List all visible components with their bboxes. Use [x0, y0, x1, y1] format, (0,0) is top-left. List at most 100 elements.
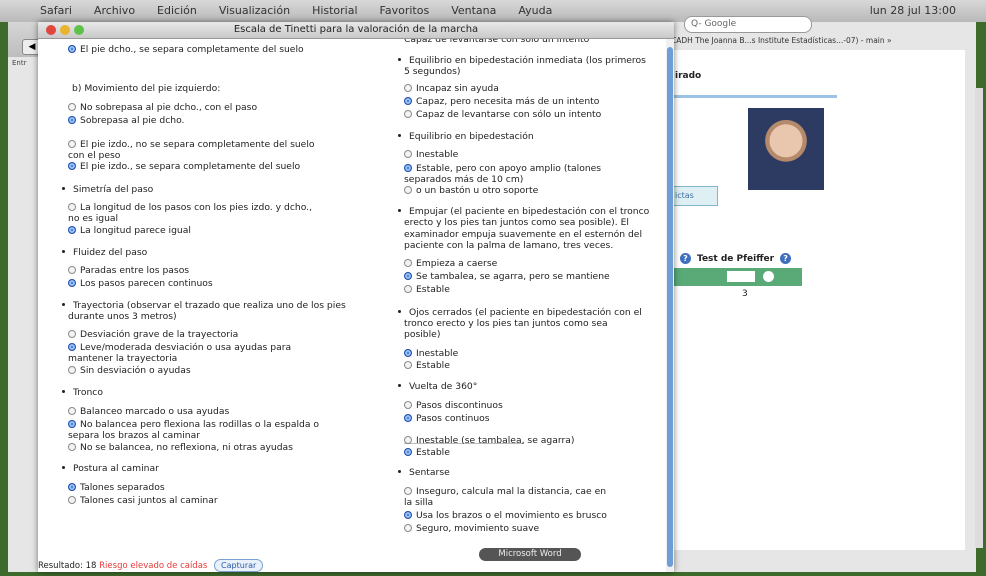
- help-icon[interactable]: ?: [680, 253, 691, 264]
- menu-item[interactable]: Edición: [157, 4, 197, 17]
- radio-checked[interactable]: [404, 448, 412, 456]
- radio-option[interactable]: No se balancea, no reflexiona, ni otras …: [68, 442, 293, 453]
- menu-item[interactable]: Favoritos: [380, 4, 430, 17]
- radio-option[interactable]: Se tambalea, se agarra, pero se mantiene: [404, 271, 610, 282]
- menu-item[interactable]: Ayuda: [518, 4, 552, 17]
- radio-checked[interactable]: [68, 279, 76, 287]
- section-heading: Fluidez del paso: [62, 247, 147, 258]
- radio-unchecked[interactable]: [68, 496, 76, 504]
- radio-option[interactable]: Leve/moderada desviación o usa ayudas pa…: [68, 342, 291, 353]
- form-text: examinador empuja suavemente en el ester…: [404, 229, 642, 240]
- scroll-thumb[interactable]: [667, 47, 673, 567]
- radio-unchecked[interactable]: [404, 259, 412, 267]
- form-text: con el peso: [68, 150, 120, 161]
- menu-item[interactable]: Ventana: [451, 4, 496, 17]
- radio-option[interactable]: Sobrepasa al pie dcho.: [68, 115, 184, 126]
- radio-checked[interactable]: [404, 272, 412, 280]
- radio-option[interactable]: Inestable (se tambalea, se agarra): [404, 435, 574, 446]
- radio-unchecked[interactable]: [68, 103, 76, 111]
- radio-checked[interactable]: [68, 420, 76, 428]
- radio-option[interactable]: Sin desviación o ayudas: [68, 365, 191, 376]
- form-content: El pie dcho., se separa completamente de…: [38, 39, 674, 572]
- menu-item[interactable]: Visualización: [219, 4, 290, 17]
- radio-unchecked[interactable]: [404, 285, 412, 293]
- option-label: Leve/moderada desviación o usa ayudas pa…: [80, 342, 292, 353]
- radio-option[interactable]: Capaz, pero necesita más de un intento: [404, 96, 599, 107]
- radio-unchecked[interactable]: [404, 186, 412, 194]
- radio-unchecked[interactable]: [404, 361, 412, 369]
- link-chip[interactable]: ictas: [670, 186, 718, 206]
- radio-option[interactable]: Paradas entre los pasos: [68, 265, 189, 276]
- capture-button[interactable]: Capturar: [214, 559, 264, 572]
- bookmarks-bar[interactable]: MPCADH The Joanna B...s Institute Estadí…: [660, 36, 976, 50]
- radio-checked[interactable]: [68, 116, 76, 124]
- radio-option[interactable]: Incapaz sin ayuda: [404, 83, 499, 94]
- radio-option[interactable]: Desviación grave de la trayectoria: [68, 329, 238, 340]
- radio-unchecked[interactable]: [404, 84, 412, 92]
- radio-checked[interactable]: [68, 45, 76, 53]
- radio-option[interactable]: Estable: [404, 360, 450, 371]
- radio-option[interactable]: La longitud parece igual: [68, 225, 191, 236]
- radio-option[interactable]: El pie izdo., no se separa completamente…: [68, 139, 315, 150]
- radio-checked[interactable]: [404, 349, 412, 357]
- radio-unchecked[interactable]: [68, 330, 76, 338]
- radio-option[interactable]: No sobrepasa al pie dcho., con el paso: [68, 102, 257, 113]
- form-text: Capaz de levantarse con sólo un intento: [404, 39, 589, 45]
- pfeiffer-label: Test de Pfeiffer: [697, 254, 775, 264]
- radio-checked[interactable]: [404, 164, 412, 172]
- radio-unchecked[interactable]: [68, 366, 76, 374]
- page-scrollbar[interactable]: [975, 88, 983, 548]
- radio-option[interactable]: Inseguro, calcula mal la distancia, cae …: [404, 486, 606, 497]
- radio-option[interactable]: No balancea pero flexiona las rodillas o…: [68, 419, 319, 430]
- pfeiffer-value: 3: [742, 289, 748, 299]
- radio-checked[interactable]: [404, 511, 412, 519]
- option-label: Inestable (se tambalea, se agarra): [416, 435, 575, 446]
- radio-checked[interactable]: [68, 343, 76, 351]
- menu-item[interactable]: Archivo: [94, 4, 135, 17]
- radio-checked[interactable]: [68, 226, 76, 234]
- radio-option[interactable]: El pie izdo., se separa completamente de…: [68, 161, 300, 172]
- radio-checked[interactable]: [68, 483, 76, 491]
- radio-unchecked[interactable]: [404, 487, 412, 495]
- radio-checked[interactable]: [404, 97, 412, 105]
- dialog-scrollbar[interactable]: [666, 39, 674, 572]
- radio-unchecked[interactable]: [404, 150, 412, 158]
- radio-unchecked[interactable]: [404, 401, 412, 409]
- refresh-icon[interactable]: [763, 271, 774, 282]
- radio-option[interactable]: Pasos continuos: [404, 413, 490, 424]
- radio-unchecked[interactable]: [68, 407, 76, 415]
- radio-option[interactable]: Estable: [404, 284, 450, 295]
- search-input[interactable]: Q- Google: [684, 16, 812, 33]
- radio-option[interactable]: Inestable: [404, 149, 458, 160]
- radio-option[interactable]: Los pasos parecen continuos: [68, 278, 213, 289]
- radio-unchecked[interactable]: [68, 443, 76, 451]
- radio-unchecked[interactable]: [404, 436, 412, 444]
- help-icon[interactable]: ?: [780, 253, 792, 264]
- radio-unchecked[interactable]: [404, 524, 412, 532]
- radio-option[interactable]: Balanceo marcado o usa ayudas: [68, 406, 229, 417]
- menu-item[interactable]: Historial: [312, 4, 357, 17]
- radio-option[interactable]: La longitud de los pasos con los pies iz…: [68, 202, 312, 213]
- radio-option[interactable]: Empieza a caerse: [404, 258, 497, 269]
- radio-unchecked[interactable]: [68, 266, 76, 274]
- option-label: Empujar (el paciente en bipedestación co…: [409, 206, 650, 217]
- radio-unchecked[interactable]: [68, 203, 76, 211]
- radio-option[interactable]: El pie dcho., se separa completamente de…: [68, 44, 304, 55]
- menu-item[interactable]: Safari: [40, 4, 72, 17]
- radio-option[interactable]: Talones casi juntos al caminar: [68, 495, 218, 506]
- radio-option[interactable]: Usa los brazos o el movimiento es brusco: [404, 510, 607, 521]
- radio-option[interactable]: Seguro, movimiento suave: [404, 523, 539, 534]
- radio-unchecked[interactable]: [404, 110, 412, 118]
- browser-tab[interactable]: Entr: [12, 59, 26, 67]
- pfeiffer-input[interactable]: [727, 271, 755, 282]
- radio-option[interactable]: Talones separados: [68, 482, 165, 493]
- radio-option[interactable]: Pasos discontinuos: [404, 400, 503, 411]
- radio-unchecked[interactable]: [68, 140, 76, 148]
- radio-checked[interactable]: [404, 414, 412, 422]
- radio-checked[interactable]: [68, 162, 76, 170]
- radio-option[interactable]: Estable: [404, 447, 450, 458]
- radio-option[interactable]: Estable, pero con apoyo amplio (talones: [404, 163, 601, 174]
- radio-option[interactable]: o un bastón u otro soporte: [404, 185, 538, 196]
- radio-option[interactable]: Inestable: [404, 348, 458, 359]
- radio-option[interactable]: Capaz de levantarse con sólo un intento: [404, 109, 601, 120]
